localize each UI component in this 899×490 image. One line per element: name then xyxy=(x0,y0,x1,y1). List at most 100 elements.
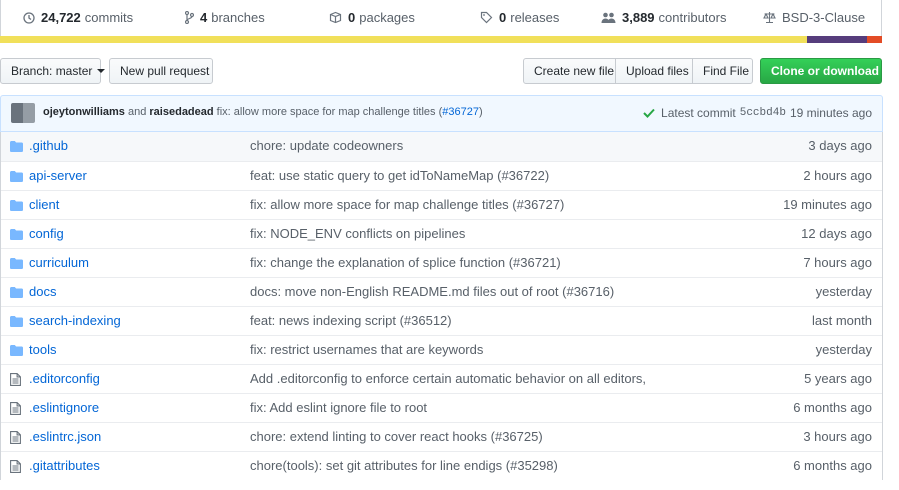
table-row: .editorconfig Add .editorconfig to enfor… xyxy=(1,364,882,393)
repo-stats-bar: 24,722 commits 4 branches 0 packages 0 r… xyxy=(0,0,882,36)
commit-age: 3 days ago xyxy=(808,138,872,153)
table-row: .gitattributes chore(tools): set git att… xyxy=(1,451,882,480)
latest-commit-bar: ojeytonwilliams and raisedadead fix: all… xyxy=(0,95,883,132)
check-icon xyxy=(643,108,655,118)
commit-age: 5 years ago xyxy=(804,371,872,386)
commit-sha-link[interactable]: 5ccbd4b xyxy=(740,107,786,119)
file-name-link[interactable]: .editorconfig xyxy=(29,371,100,386)
caret-down-icon xyxy=(97,69,106,73)
file-name-link[interactable]: .eslintrc.json xyxy=(29,429,101,444)
table-row: api-server feat: use static query to get… xyxy=(1,161,882,190)
commits-link[interactable]: 24,722 commits xyxy=(23,10,133,25)
table-row: .eslintrc.json chore: extend linting to … xyxy=(1,422,882,451)
latest-commit-label: Latest commit xyxy=(661,106,736,120)
folder-icon xyxy=(10,315,23,330)
commit-age: 19 minutes ago xyxy=(783,197,872,212)
commit-message-link[interactable]: docs: move non-English README.md files o… xyxy=(250,284,614,299)
file-name-link[interactable]: docs xyxy=(29,284,56,299)
commit-message-link[interactable]: Add .editorconfig to enforce certain aut… xyxy=(250,371,646,386)
file-name-link[interactable]: .eslintignore xyxy=(29,400,99,415)
table-row: docs docs: move non-English README.md fi… xyxy=(1,277,882,306)
language-bar[interactable] xyxy=(0,36,882,43)
table-row: curriculum fix: change the explanation o… xyxy=(1,248,882,277)
commit-message-link[interactable]: chore: update codeowners xyxy=(250,138,403,153)
commit-and-text: and xyxy=(127,106,147,118)
contributors-link[interactable]: 3,889 contributors xyxy=(601,10,726,25)
commit-message-link[interactable]: fix: change the explanation of splice fu… xyxy=(250,255,561,270)
table-row: tools fix: restrict usernames that are k… xyxy=(1,335,882,364)
file-name-link[interactable]: client xyxy=(29,197,59,212)
branches-count: 4 xyxy=(200,10,208,25)
folder-icon xyxy=(10,199,23,214)
commit-message-link[interactable]: fix: allow more space for map challenge … xyxy=(250,197,564,212)
latest-commit-info: Latest commit 5ccbd4b 19 minutes ago xyxy=(643,106,872,120)
commit-message-close: ) xyxy=(479,106,483,118)
create-new-file-label: Create new file xyxy=(534,64,615,78)
find-file-button[interactable]: Find File xyxy=(692,58,753,84)
language-segment-css xyxy=(807,36,867,43)
license-label: BSD-3-Clause xyxy=(782,10,866,25)
releases-link[interactable]: 0 releases xyxy=(480,10,559,25)
commit-age: 12 days ago xyxy=(801,226,872,241)
commit-age: 7 hours ago xyxy=(803,255,872,270)
contributors-count: 3,889 xyxy=(622,10,655,25)
file-name-link[interactable]: search-indexing xyxy=(29,313,121,328)
branches-link[interactable]: 4 branches xyxy=(185,10,265,25)
commit-message-link[interactable]: fix: Add eslint ignore file to root xyxy=(250,400,427,415)
commits-count: 24,722 xyxy=(41,10,81,25)
find-file-label: Find File xyxy=(703,64,750,78)
commit-age: 6 months ago xyxy=(793,458,872,473)
upload-files-label: Upload files xyxy=(626,64,689,78)
file-icon xyxy=(10,460,21,476)
table-row: client fix: allow more space for map cha… xyxy=(1,190,882,219)
packages-count: 0 xyxy=(348,10,356,25)
commit-message-link[interactable]: feat: news indexing script (#36512) xyxy=(250,313,452,328)
history-icon xyxy=(23,11,35,24)
table-row: .eslintignore fix: Add eslint ignore fil… xyxy=(1,393,882,422)
commit-time: 19 minutes ago xyxy=(789,106,872,120)
packages-link[interactable]: 0 packages xyxy=(329,10,415,25)
commit-message-link[interactable]: fix: NODE_ENV conflicts on pipelines xyxy=(250,226,465,241)
commit-message-link[interactable]: fix: restrict usernames that are keyword… xyxy=(250,342,483,357)
license-link[interactable]: BSD-3-Clause xyxy=(763,10,865,25)
commit-age: last month xyxy=(812,313,872,328)
commit-message[interactable]: fix: allow more space for map challenge … xyxy=(217,106,443,118)
commit-author-link[interactable]: raisedadead xyxy=(149,106,213,118)
commit-message-link[interactable]: chore: extend linting to cover react hoo… xyxy=(250,429,543,444)
file-name-link[interactable]: tools xyxy=(29,342,56,357)
avatar[interactable] xyxy=(23,103,35,123)
folder-icon xyxy=(10,140,23,155)
branch-icon xyxy=(185,11,194,24)
file-icon xyxy=(10,431,21,447)
file-name-link[interactable]: .github xyxy=(29,138,68,153)
table-row: .github chore: update codeowners 3 days … xyxy=(1,132,882,161)
commit-message-link[interactable]: feat: use static query to get idToNameMa… xyxy=(250,168,549,183)
language-segment-javascript xyxy=(0,36,807,43)
commit-age: yesterday xyxy=(815,342,872,357)
file-name-link[interactable]: config xyxy=(29,226,64,241)
releases-count: 0 xyxy=(499,10,507,25)
language-segment-html xyxy=(867,36,882,43)
branch-select-button[interactable]: Branch: master xyxy=(0,58,106,84)
file-name-link[interactable]: .gitattributes xyxy=(29,458,100,473)
clone-or-download-button[interactable]: Clone or download xyxy=(760,58,892,84)
file-icon xyxy=(10,402,21,418)
table-row: search-indexing feat: news indexing scri… xyxy=(1,306,882,335)
commit-author-link[interactable]: ojeytonwilliams xyxy=(43,106,125,118)
file-icon xyxy=(10,373,21,389)
people-icon xyxy=(601,12,616,23)
commit-message-link[interactable]: chore(tools): set git attributes for lin… xyxy=(250,458,558,473)
packages-label: packages xyxy=(359,10,415,25)
commit-age: 3 hours ago xyxy=(803,429,872,444)
commits-label: commits xyxy=(84,10,134,25)
releases-label: releases xyxy=(510,10,560,25)
upload-files-button[interactable]: Upload files xyxy=(615,58,693,84)
file-name-link[interactable]: api-server xyxy=(29,168,87,183)
file-list: .github chore: update codeowners 3 days … xyxy=(0,132,883,480)
law-icon xyxy=(763,12,776,24)
table-row: config fix: NODE_ENV conflicts on pipeli… xyxy=(1,219,882,248)
new-pull-request-button[interactable]: New pull request xyxy=(109,58,213,84)
commit-pr-link[interactable]: #36727 xyxy=(442,106,479,118)
file-name-link[interactable]: curriculum xyxy=(29,255,89,270)
create-new-file-button[interactable]: Create new file xyxy=(523,58,616,84)
